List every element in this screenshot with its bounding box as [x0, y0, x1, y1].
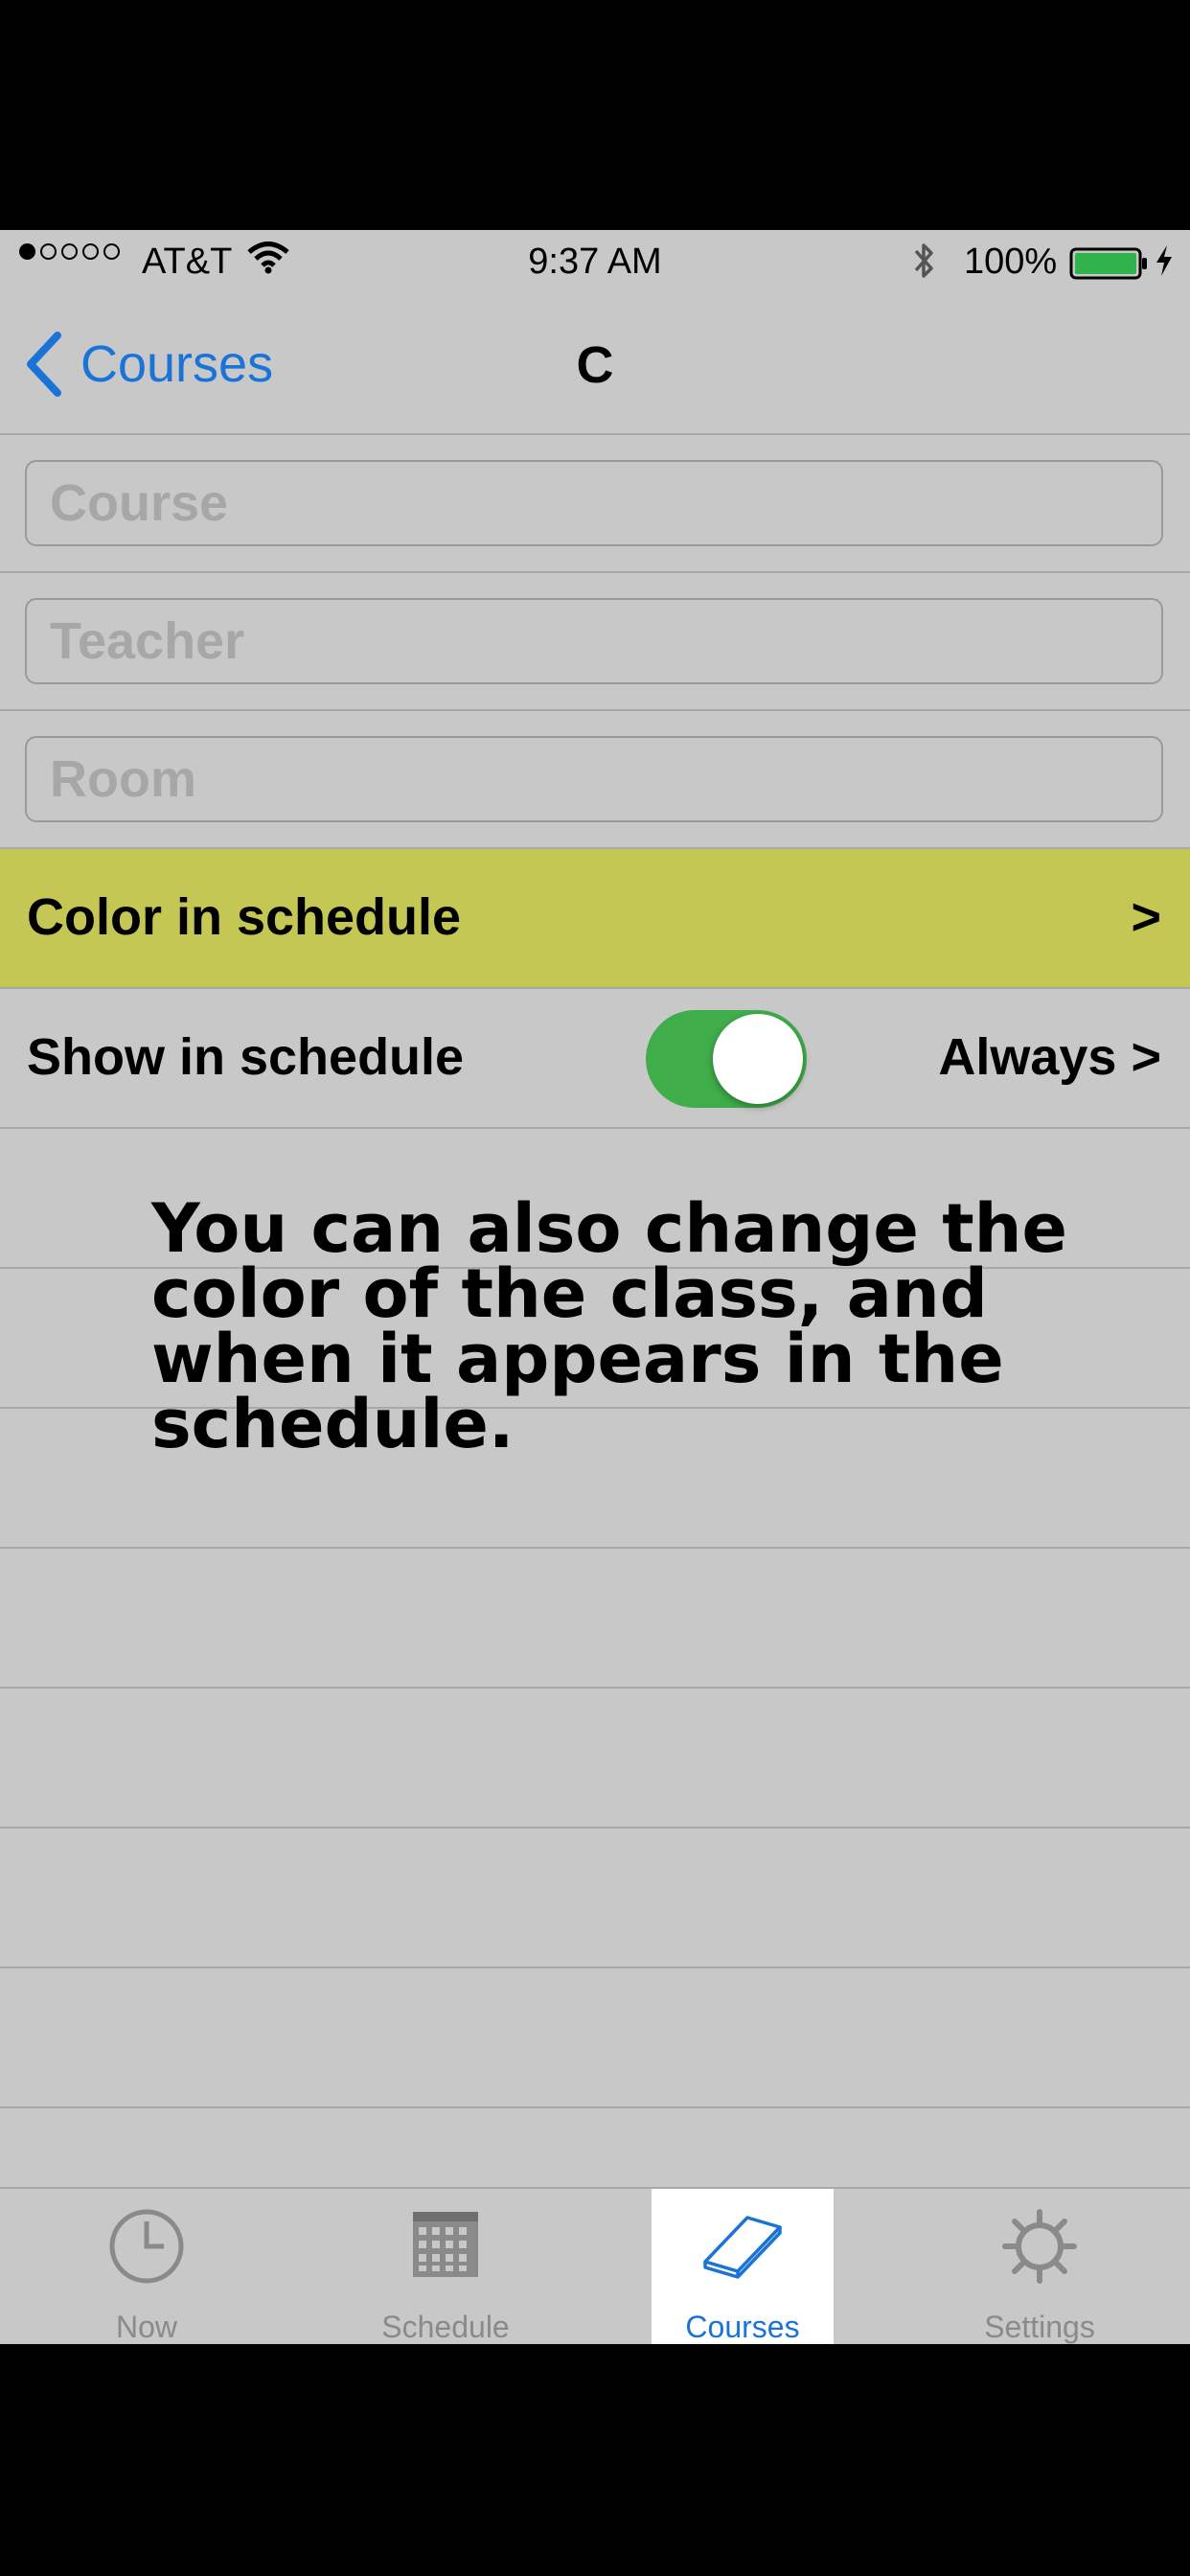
tab-settings[interactable]: Settings: [949, 2189, 1131, 2344]
teacher-row: [0, 573, 1190, 711]
tab-schedule[interactable]: Schedule: [355, 2189, 537, 2344]
status-bar: AT&T 9:37 AM 100%: [0, 230, 1190, 293]
show-in-schedule-label: Show in schedule: [27, 1028, 465, 1086]
teacher-input[interactable]: [25, 598, 1163, 684]
tab-bar: Now Schedule Courses Settings: [0, 2187, 1190, 2344]
tab-courses[interactable]: Courses: [652, 2189, 834, 2344]
room-input[interactable]: [25, 736, 1163, 822]
gear-icon: [1002, 2209, 1077, 2284]
navigation-bar: Courses C: [0, 293, 1190, 435]
tutorial-overlay-text: You can also change the color of the cla…: [151, 1189, 1067, 1463]
color-in-schedule-row[interactable]: Color in schedule >: [0, 849, 1190, 989]
empty-row: [0, 1828, 1190, 1968]
bluetooth-icon: [910, 240, 939, 291]
charging-icon: [1154, 243, 1175, 288]
tab-now-label: Now: [115, 2310, 177, 2344]
app-screen: AT&T 9:37 AM 100% Courses C Course Teach…: [0, 230, 1190, 2344]
empty-row: [0, 1689, 1190, 1828]
show-frequency-link[interactable]: Always >: [938, 1027, 1161, 1087]
tab-schedule-label: Schedule: [381, 2310, 510, 2344]
course-input[interactable]: [25, 460, 1163, 546]
tab-now[interactable]: Now: [56, 2189, 238, 2344]
calendar-grid-icon: [413, 2212, 478, 2277]
room-row: [0, 711, 1190, 849]
empty-row: [0, 1549, 1190, 1689]
book-icon: [703, 2216, 782, 2279]
toggle-knob: [713, 1014, 803, 1104]
color-in-schedule-label: Color in schedule: [27, 888, 462, 946]
battery-icon: [1069, 247, 1148, 289]
clock-icon: [109, 2209, 184, 2284]
page-title: C: [576, 336, 614, 394]
show-in-schedule-row: Show in schedule Always >: [0, 989, 1190, 1129]
show-in-schedule-toggle[interactable]: [646, 1010, 807, 1108]
course-row: [0, 435, 1190, 573]
color-row-chevron: >: [1131, 888, 1161, 946]
battery-percentage: 100%: [964, 242, 1058, 282]
tab-courses-label: Courses: [685, 2310, 800, 2344]
empty-row: [0, 1968, 1190, 2108]
tab-settings-label: Settings: [984, 2310, 1095, 2344]
